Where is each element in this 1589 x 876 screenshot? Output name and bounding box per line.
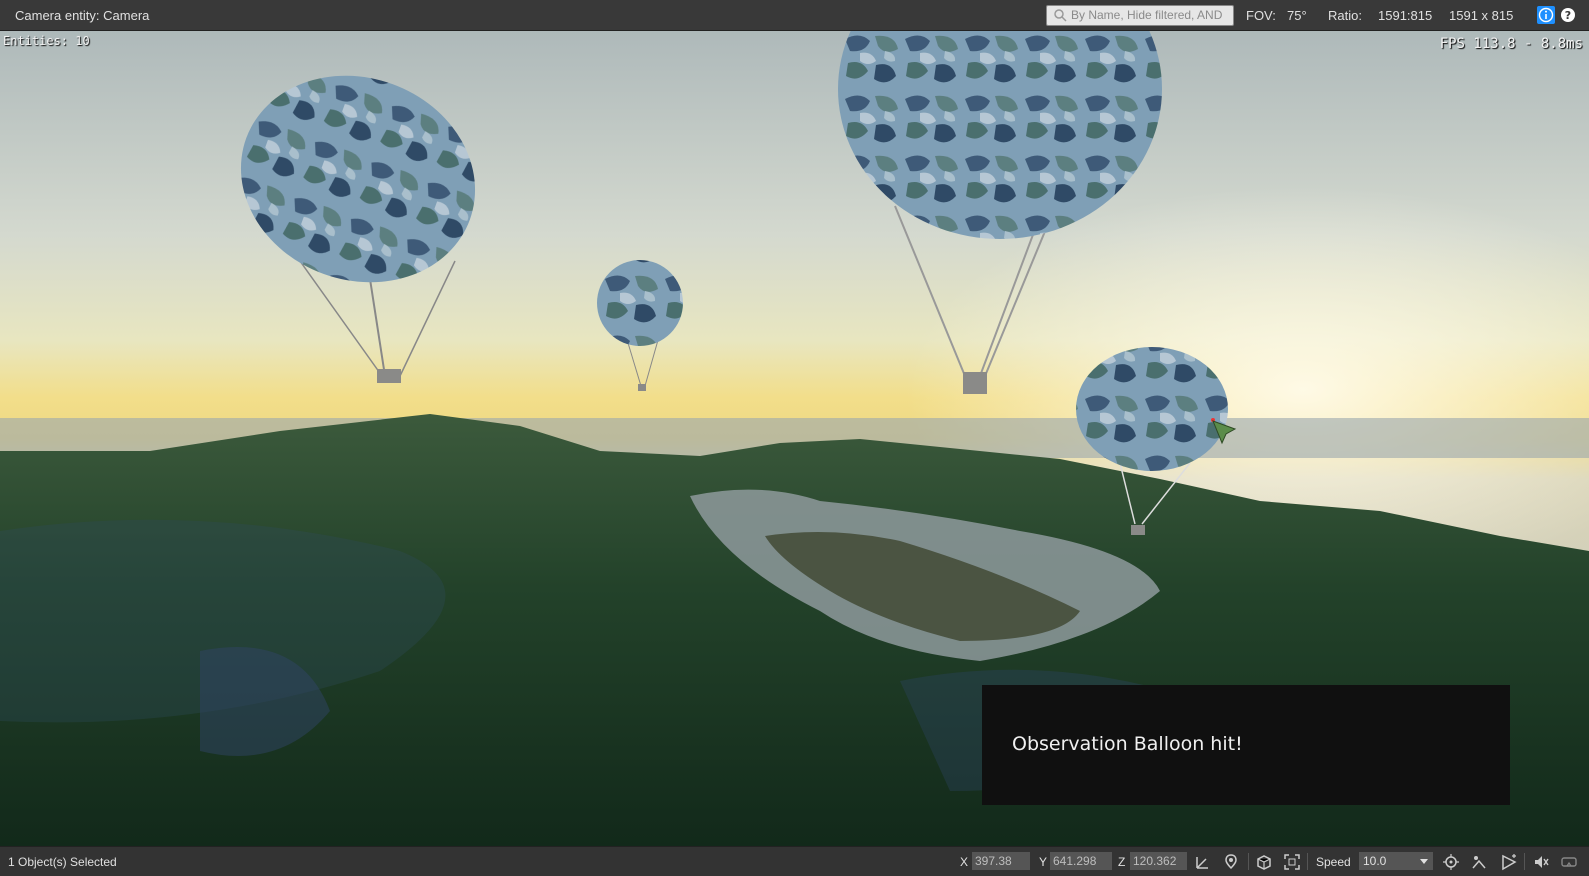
fov-value[interactable]: 75° — [1287, 8, 1307, 23]
speed-value: 10.0 — [1363, 854, 1387, 868]
viewport-toolbar: Camera entity: Camera FOV: 75° Ratio: 15… — [0, 0, 1589, 31]
selection-status: 1 Object(s) Selected — [8, 855, 117, 869]
search-box[interactable] — [1046, 5, 1234, 26]
info-button[interactable] — [1537, 6, 1555, 24]
object-snap-icon[interactable] — [1255, 853, 1273, 871]
notification-text: Observation Balloon hit! — [1012, 733, 1243, 755]
notification-panel: Observation Balloon hit! — [982, 685, 1510, 805]
resolution-value[interactable]: 1591 x 815 — [1449, 8, 1513, 23]
search-icon — [1054, 9, 1067, 22]
camera-entity-title: Camera entity: Camera — [15, 8, 150, 23]
x-label: X — [960, 855, 969, 869]
info-icon — [1538, 7, 1554, 23]
chevron-down-icon — [1420, 859, 1428, 864]
z-coordinate-field[interactable]: 120.362 — [1130, 852, 1187, 870]
x-coordinate-field[interactable]: 397.38 — [972, 852, 1030, 870]
separator — [1524, 853, 1525, 870]
separator — [1248, 853, 1249, 870]
search-input[interactable] — [1071, 7, 1229, 23]
fps-counter: FPS 113.8 - 8.8ms — [1439, 36, 1583, 52]
fov-label: FOV: — [1246, 8, 1276, 23]
ratio-value[interactable]: 1591:815 — [1378, 8, 1432, 23]
help-icon[interactable]: ? — [1560, 7, 1576, 23]
y-label: Y — [1039, 855, 1048, 869]
ratio-label: Ratio: — [1328, 8, 1362, 23]
z-label: Z — [1118, 855, 1126, 869]
vr-headset-icon[interactable] — [1560, 853, 1578, 871]
separator — [1307, 853, 1308, 870]
snap-to-terrain-icon[interactable] — [1222, 853, 1240, 871]
status-bar: 1 Object(s) Selected X 397.38 Y 641.298 … — [0, 846, 1589, 876]
ai-physics-icon[interactable] — [1500, 853, 1518, 871]
goto-selection-icon[interactable] — [1442, 853, 1460, 871]
follow-terrain-icon[interactable] — [1470, 853, 1488, 871]
3d-viewport[interactable]: Entities: 10 FPS 113.8 - 8.8ms Observati… — [0, 31, 1589, 846]
speed-label: Speed — [1316, 855, 1351, 869]
entity-count: Entities: 10 — [3, 34, 90, 48]
axis-constraint-icon[interactable] — [1194, 853, 1212, 871]
speed-dropdown[interactable]: 10.0 — [1359, 852, 1433, 870]
y-coordinate-field[interactable]: 641.298 — [1050, 852, 1112, 870]
svg-text:?: ? — [1565, 9, 1571, 22]
mute-icon[interactable] — [1532, 853, 1550, 871]
grid-snap-icon[interactable] — [1283, 853, 1301, 871]
